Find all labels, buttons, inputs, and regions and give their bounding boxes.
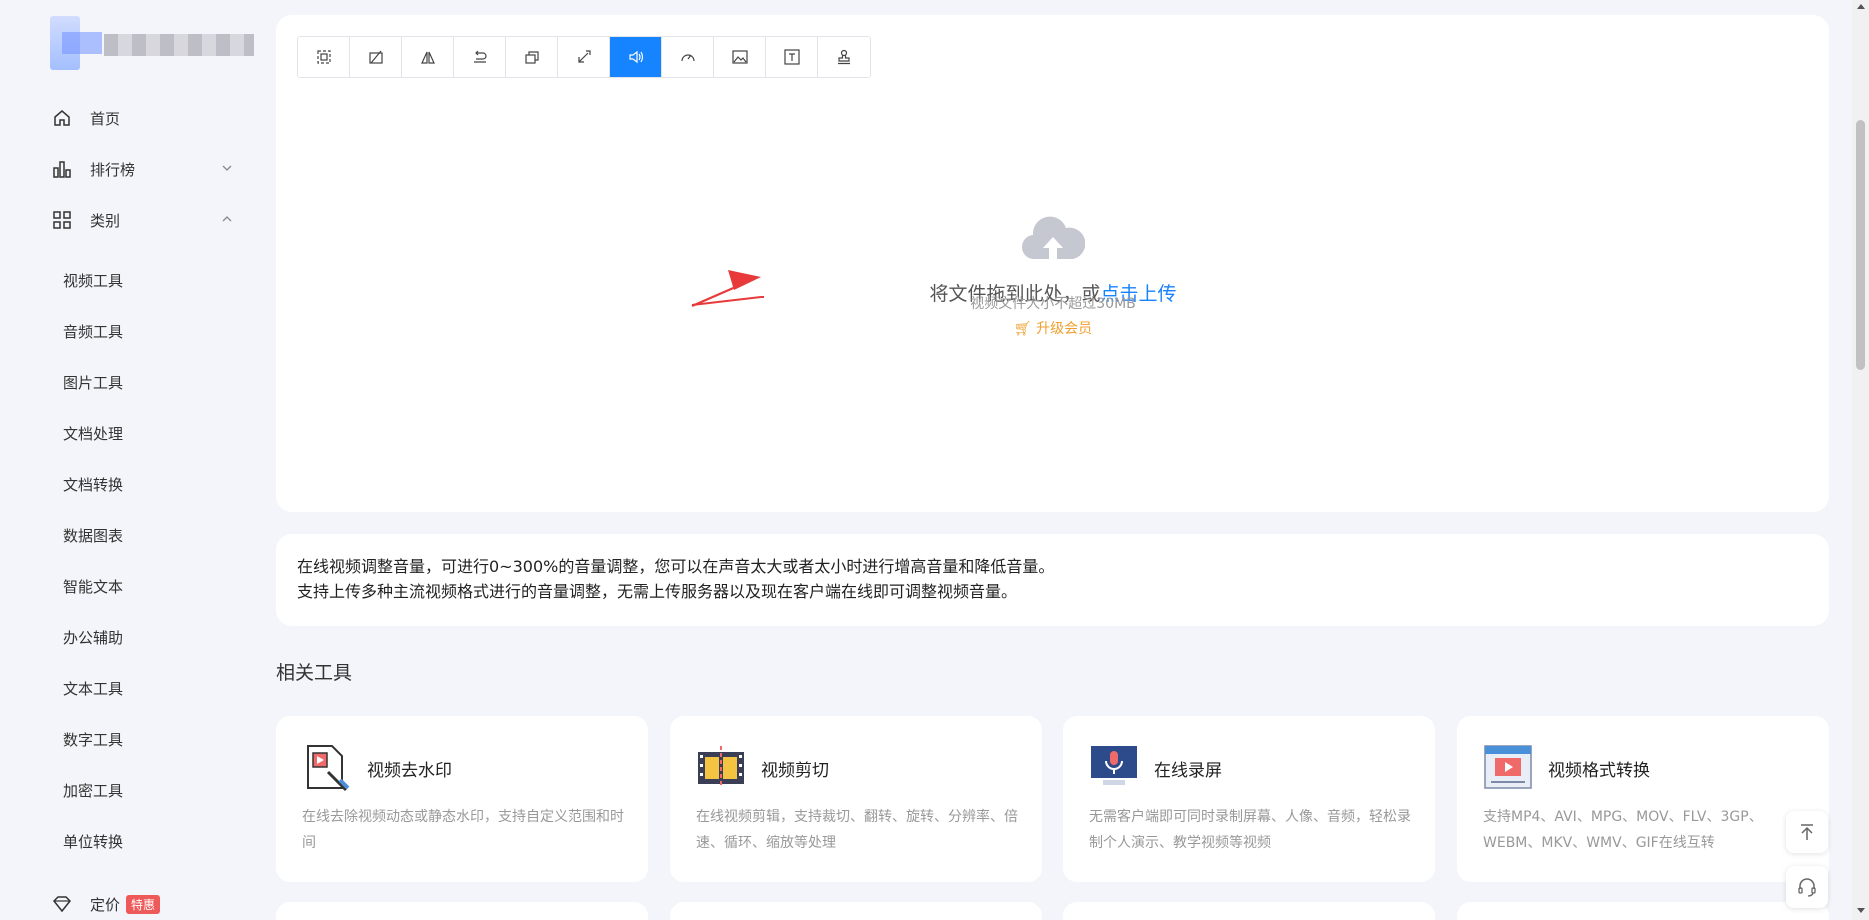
nav-category[interactable]: 类别	[52, 206, 232, 234]
category-video-tools[interactable]: 视频工具	[63, 270, 123, 291]
nav-pricing-label: 定价	[90, 895, 121, 914]
category-audio-tools[interactable]: 音频工具	[63, 321, 123, 342]
category-text-tools[interactable]: 文本工具	[63, 678, 123, 699]
scroll-up-arrow-icon[interactable]	[1857, 4, 1865, 9]
nav-category-label: 类别	[90, 211, 121, 230]
volume-icon	[628, 50, 643, 64]
related-tool-title: 视频格式转换	[1548, 761, 1650, 781]
related-tools-title: 相关工具	[276, 662, 353, 684]
related-tool-card[interactable]	[670, 902, 1042, 920]
related-tool-card[interactable]	[1457, 902, 1829, 920]
sidebar: 首页 排行榜 类别 视频工具 音频工具 图片工具 文档处理 文档转换 数据图表 …	[0, 0, 260, 920]
related-tool-card[interactable]: 视频剪切 在线视频剪辑，支持裁切、翻转、旋转、分辨率、倍速、循环、缩放等处理	[670, 716, 1042, 882]
tool-stamp[interactable]	[818, 37, 870, 77]
related-tool-title: 视频去水印	[367, 761, 452, 781]
category-smart-text[interactable]: 智能文本	[63, 576, 123, 597]
chevron-down-icon[interactable]	[220, 161, 234, 175]
related-tool-title: 在线录屏	[1154, 761, 1222, 781]
tool-image[interactable]	[714, 37, 766, 77]
bar-chart-icon	[53, 161, 71, 178]
category-doc-processing[interactable]: 文档处理	[63, 423, 123, 444]
cloud-upload-icon	[1022, 216, 1085, 261]
description-line-2: 支持上传多种主流视频格式进行的音量调整，无需上传服务器以及现在客户端在线即可调整…	[297, 582, 1018, 601]
back-to-top-icon	[1801, 824, 1813, 840]
tool-speed[interactable]	[662, 37, 714, 77]
category-data-charts[interactable]: 数据图表	[63, 525, 123, 546]
file-size-limit: 视频文件大小不超过30MB	[970, 296, 1136, 312]
upload-card: 将文件拖到此处，或点击上传 视频文件大小不超过30MB 🛒︎ 升级会员	[276, 15, 1829, 512]
related-tool-card[interactable]: 在线录屏 无需客户端即可同时录制屏幕、人像、音频，轻松录制个人演示、教学视频等视…	[1063, 716, 1435, 882]
tool-volume[interactable]	[610, 37, 662, 77]
flip-icon	[420, 51, 435, 64]
edit-toolbar	[297, 36, 871, 78]
related-tool-desc: 在线去除视频动态或静态水印，支持自定义范围和时间	[302, 809, 624, 851]
film-cut-icon	[698, 746, 744, 788]
nav-ranking-label: 排行榜	[90, 160, 136, 179]
promo-badge: 特惠	[126, 894, 161, 914]
related-tool-title: 视频剪切	[761, 761, 829, 781]
tool-crop[interactable]	[298, 37, 350, 77]
headset-icon	[1798, 878, 1816, 897]
speed-icon	[680, 54, 695, 62]
category-unit-convert[interactable]: 单位转换	[63, 831, 123, 852]
tool-reverse[interactable]	[454, 37, 506, 77]
tool-flip[interactable]	[402, 37, 454, 77]
related-tool-card[interactable]	[1063, 902, 1435, 920]
tool-resize[interactable]	[506, 37, 558, 77]
site-logo[interactable]	[48, 16, 254, 70]
related-tool-desc: 无需客户端即可同时录制屏幕、人像、音频，轻松录制个人演示、教学视频等视频	[1089, 809, 1411, 851]
upgrade-label: 升级会员	[1036, 321, 1093, 337]
diamond-icon	[52, 896, 72, 913]
screen-record-icon	[1091, 746, 1137, 785]
watermark-remove-icon	[307, 745, 350, 792]
scroll-down-arrow-icon[interactable]	[1857, 908, 1865, 913]
category-image-tools[interactable]: 图片工具	[63, 372, 123, 393]
text-icon	[783, 49, 800, 65]
related-tool-desc: 在线视频剪辑，支持裁切、翻转、旋转、分辨率、倍速、循环、缩放等处理	[696, 809, 1018, 851]
description-card: 在线视频调整音量，可进行0~300%的音量调整，您可以在声音太大或者太小时进行增…	[276, 534, 1829, 626]
crop-icon	[316, 50, 331, 64]
nav-pricing[interactable]: 定价 特惠	[52, 890, 161, 918]
scroll-thumb[interactable]	[1856, 120, 1865, 370]
category-doc-convert[interactable]: 文档转换	[63, 474, 123, 495]
tool-rotate[interactable]	[350, 37, 402, 77]
video-convert-icon	[1484, 745, 1532, 789]
category-office[interactable]: 办公辅助	[63, 627, 123, 648]
category-crypto-tools[interactable]: 加密工具	[63, 780, 123, 801]
tool-compress[interactable]	[558, 37, 610, 77]
related-tool-desc: 支持MP4、AVI、MPG、MOV、FLV、3GP、WEBM、MKV、WMV、G…	[1483, 809, 1763, 851]
nav-home-label: 首页	[90, 109, 121, 128]
nav-home[interactable]: 首页	[52, 104, 120, 132]
page-scrollbar[interactable]	[1852, 0, 1869, 920]
upgrade-member-link[interactable]: 🛒︎ 升级会员	[928, 318, 1178, 338]
category-number-tools[interactable]: 数字工具	[63, 729, 123, 750]
image-icon	[731, 50, 748, 64]
back-to-top-button[interactable]	[1786, 811, 1828, 853]
related-tool-card[interactable]: 视频格式转换 支持MP4、AVI、MPG、MOV、FLV、3GP、WEBM、MK…	[1457, 716, 1829, 882]
reverse-icon	[473, 50, 487, 63]
nav-ranking[interactable]: 排行榜	[52, 155, 232, 183]
rotate-icon	[368, 50, 383, 64]
chevron-up-icon[interactable]	[220, 212, 234, 226]
related-tool-card[interactable]	[276, 902, 648, 920]
upload-dropzone[interactable]: 将文件拖到此处，或点击上传 视频文件大小不超过30MB 🛒︎ 升级会员	[276, 75, 1829, 505]
description-line-1: 在线视频调整音量，可进行0~300%的音量调整，您可以在声音太大或者太小时进行增…	[297, 557, 1055, 576]
tool-text[interactable]	[766, 37, 818, 77]
cart-icon: 🛒︎	[1013, 321, 1032, 337]
stamp-icon	[838, 49, 850, 65]
related-tool-card[interactable]: 视频去水印 在线去除视频动态或静态水印，支持自定义范围和时间	[276, 716, 648, 882]
grid-icon	[53, 211, 71, 229]
customer-service-button[interactable]	[1786, 866, 1828, 908]
home-icon	[54, 110, 70, 126]
compress-icon	[577, 50, 591, 63]
resize-icon	[524, 51, 539, 64]
